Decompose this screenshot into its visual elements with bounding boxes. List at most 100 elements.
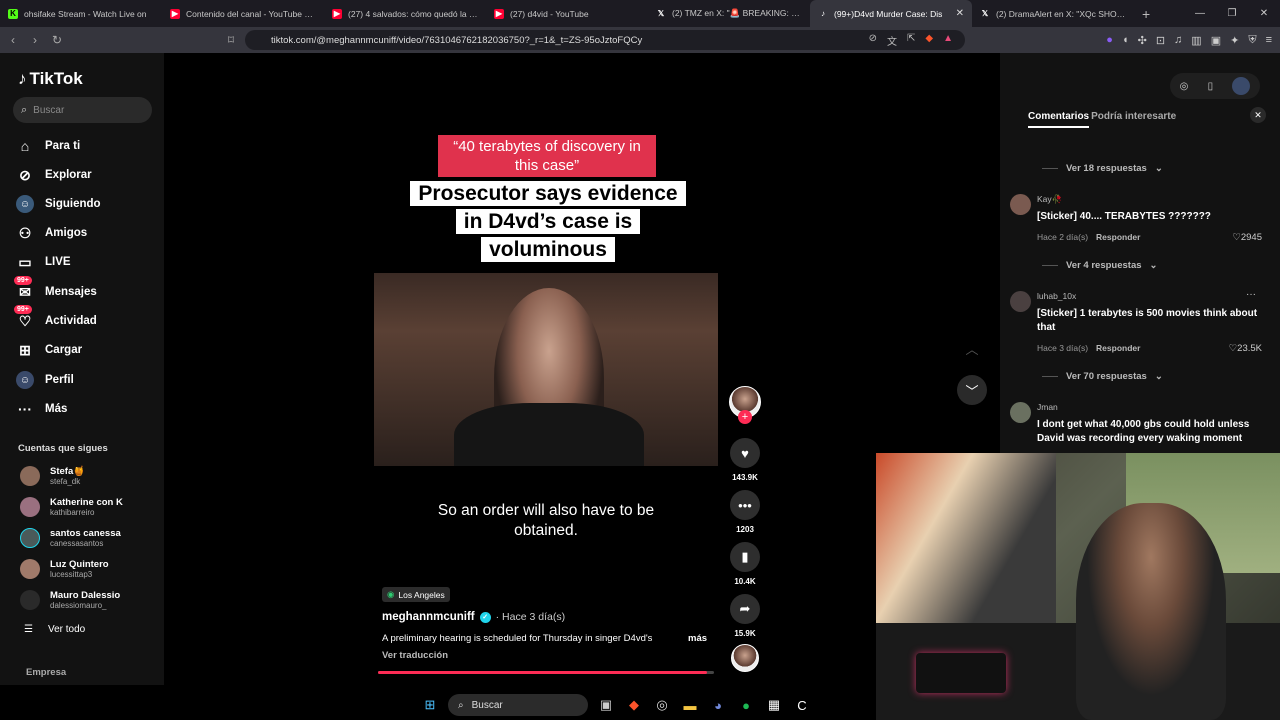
spotify-icon[interactable]: ● (736, 695, 756, 715)
reload-icon[interactable]: ↻ (46, 33, 68, 47)
avatar[interactable] (1010, 194, 1031, 215)
github-icon[interactable]: ◎ (652, 695, 672, 715)
friends-icon: ⚇ (18, 224, 32, 241)
close-tab-icon[interactable]: ✕ (956, 8, 964, 19)
maximize-button[interactable]: ❐ (1216, 8, 1248, 19)
compass-icon: ⊘ (19, 166, 31, 183)
music-disc[interactable] (728, 644, 762, 672)
chevron-down-icon: ⌄ (1149, 260, 1158, 271)
tiktok-logo[interactable]: ♪ TikTok (18, 69, 83, 89)
comment-like-button[interactable]: ♡2945 (1232, 232, 1262, 243)
tab-comentarios[interactable]: Comentarios (1028, 111, 1090, 128)
mute-icon[interactable]: ⊘ (869, 33, 877, 48)
video-progress-bar[interactable] (378, 671, 714, 674)
browser-tab[interactable]: ▶ (27) d4vid - YouTube (486, 0, 648, 27)
following-account[interactable]: santos canessa canessasantos (20, 528, 121, 548)
sidebar-item-mas[interactable]: ··· Más (16, 400, 67, 418)
brave-rewards-icon[interactable]: ▲ (943, 33, 953, 48)
sidebar-item-cargar[interactable]: ⊞ Cargar (16, 341, 82, 359)
puzzle-icon[interactable]: ✣ (1138, 34, 1147, 47)
speaker-icon[interactable]: ◖ (1122, 34, 1129, 46)
coin-icon[interactable]: ◎ (1180, 81, 1189, 92)
share-icon[interactable]: ⇱ (907, 33, 915, 48)
reply-button[interactable]: Responder (1096, 343, 1140, 353)
follow-plus-icon[interactable]: + (738, 410, 752, 424)
browser-tab[interactable]: ▶ (27) 4 salvados: cómo quedó la placa (324, 0, 486, 27)
comment-like-button[interactable]: ♡23.5K (1229, 343, 1262, 354)
comment-username[interactable]: Kay🥀 (1037, 194, 1062, 205)
ccleaner-icon[interactable]: C (792, 695, 812, 715)
translate-button[interactable]: Ver traducción (382, 650, 448, 661)
following-account[interactable]: Stefa🍯 stefa_dk (20, 466, 85, 486)
taskbar-search[interactable]: ⌕ Buscar (448, 694, 588, 716)
translate-icon[interactable]: 文 (887, 33, 897, 48)
sidebar-item-actividad[interactable]: ♡ 99+ Actividad (14, 305, 97, 330)
browser-tab[interactable]: Kohsifake Stream - Watch Live on (0, 0, 162, 27)
discord-icon[interactable]: ◕ (708, 695, 728, 715)
browser-tab[interactable]: 𝕏 (2) DramaAlert en X: "XQc SHOCKED (972, 0, 1134, 27)
view-replies-button[interactable]: Ver 70 respuestas ⌄ (1042, 371, 1163, 382)
close-comments-button[interactable]: ✕ (1250, 107, 1266, 123)
sidebar-item-amigos[interactable]: ⚇ Amigos (16, 224, 87, 242)
search-input[interactable]: ⌕ Buscar (13, 97, 152, 123)
video-player[interactable]: “40 terabytes of discovery in this case”… (372, 53, 720, 683)
video-author[interactable]: meghannmcuniff ✓ · Hace 3 día(s) (382, 611, 565, 623)
windows-start-icon[interactable]: ⊞ (420, 695, 440, 715)
new-tab-button[interactable]: + (1142, 6, 1150, 22)
task-view-icon[interactable]: ▣ (596, 695, 616, 715)
folder-icon[interactable]: ▬ (680, 695, 700, 715)
avatar[interactable] (1010, 402, 1031, 423)
view-replies-button[interactable]: Ver 18 respuestas ⌄ (1042, 163, 1163, 174)
footer-link[interactable]: Empresa (26, 667, 66, 678)
menu-icon[interactable]: ≡ (1266, 34, 1272, 46)
following-account[interactable]: Mauro Dalessio dalessiomauro_ (20, 590, 120, 610)
brave-shield-icon[interactable]: ◆ (925, 33, 933, 48)
see-all-button[interactable]: ☰ Ver todo (24, 624, 85, 635)
wallet-icon[interactable]: ▣ (1211, 34, 1221, 47)
save-button[interactable]: ▮ 10.4K (728, 542, 762, 586)
avatar[interactable] (1010, 291, 1031, 312)
comment-username[interactable]: Jman (1037, 402, 1058, 412)
screenshot-icon[interactable]: ⊡ (1156, 34, 1165, 47)
comment-username[interactable]: luhab_10x (1037, 291, 1076, 301)
sidebar-item-live[interactable]: ▭ LIVE (16, 253, 70, 271)
reply-button[interactable]: Responder (1096, 232, 1140, 242)
previous-video-button[interactable]: ︿ (957, 333, 987, 363)
forward-icon[interactable]: › (24, 33, 46, 47)
sidebar-item-explorar[interactable]: ⊘ Explorar (16, 166, 92, 184)
sidebar-item-perfil[interactable]: ☺ Perfil (16, 371, 74, 389)
device-icon[interactable]: ▯ (1208, 81, 1214, 92)
sidebar-item-para-ti[interactable]: ⌂ Para ti (16, 137, 80, 155)
next-video-button[interactable]: ﹀ (957, 375, 987, 405)
extension-icon[interactable]: ● (1106, 34, 1113, 46)
close-window-button[interactable]: ✕ (1248, 8, 1280, 19)
live-icon: ▭ (18, 253, 32, 270)
like-button[interactable]: ♥ 143.9K (728, 438, 762, 482)
bookmark-icon[interactable]: ⌑ (220, 33, 242, 47)
ai-icon[interactable]: ✦ (1230, 34, 1239, 47)
sidebar-item-mensajes[interactable]: ✉ 99+ Mensajes (14, 276, 97, 301)
back-icon[interactable]: ‹ (2, 33, 24, 47)
browser-tab[interactable]: 𝕏 (2) TMZ en X: "🚨 BREAKING: D4vd (648, 0, 810, 27)
share-button[interactable]: ➦ 15.9K (728, 594, 762, 638)
following-account[interactable]: Luz Quintero lucessittap3 (20, 559, 109, 579)
browser-tab[interactable]: ▶ Contenido del canal - YouTube Studi (162, 0, 324, 27)
tab-podria-interesarte[interactable]: Podría interesarte (1091, 111, 1176, 128)
minimize-button[interactable]: — (1184, 8, 1216, 19)
vpn-icon[interactable]: ⛨ (1248, 34, 1256, 47)
sidebar-icon[interactable]: ▥ (1191, 34, 1201, 47)
avatar[interactable] (1232, 77, 1251, 95)
creator-avatar[interactable]: + (728, 386, 762, 424)
comment-button[interactable]: ••• 1203 (728, 490, 762, 534)
more-options-icon[interactable]: ··· (1246, 289, 1256, 300)
music-icon[interactable]: ♫ (1174, 34, 1182, 46)
sidebar-item-siguiendo[interactable]: ☺ Siguiendo (16, 195, 101, 213)
url-field[interactable]: tiktok.com/@meghannmcuniff/video/7631046… (245, 30, 965, 50)
following-account[interactable]: Katherine con Kkathibarreiro (20, 497, 123, 517)
brave-icon[interactable]: ◆ (624, 695, 644, 715)
app-icon[interactable]: ▦ (764, 695, 784, 715)
browser-tab-active[interactable]: ♪ (99+)D4vd Murder Case: Dis ✕ (810, 0, 972, 27)
view-replies-button[interactable]: Ver 4 respuestas ⌄ (1042, 260, 1158, 271)
location-tag[interactable]: ◉ Los Angeles (382, 587, 450, 602)
more-button[interactable]: más (688, 633, 707, 644)
